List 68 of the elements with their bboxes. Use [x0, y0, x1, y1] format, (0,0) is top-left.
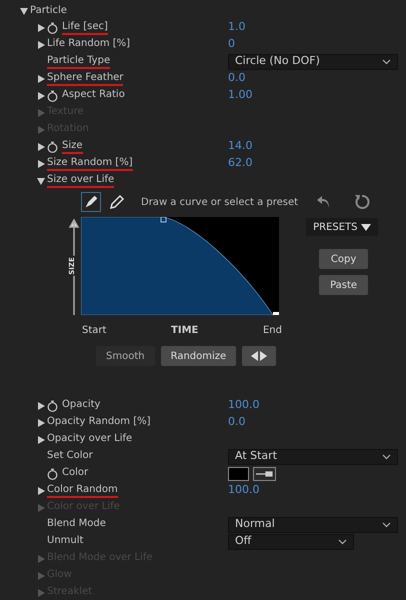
property-label: Size over Life — [47, 174, 114, 188]
property-label: Life [sec] — [62, 20, 108, 34]
chevron-down-icon — [382, 454, 391, 460]
property-label: Size — [62, 140, 83, 154]
pencil-icon[interactable] — [107, 192, 127, 212]
property-label: Opacity Random [%] — [47, 416, 151, 428]
chevron-down-icon — [338, 538, 347, 544]
chevron-down-icon — [382, 522, 391, 528]
value-text[interactable]: 0 — [228, 36, 235, 53]
axis-label: End — [262, 324, 282, 338]
stopwatch-icon[interactable] — [47, 22, 58, 34]
curve-button[interactable]: Randomize — [160, 346, 236, 366]
reset-icon[interactable] — [354, 194, 370, 210]
value-text[interactable]: 100.0 — [228, 482, 260, 499]
flip-arrows-icon — [250, 351, 268, 361]
property-label: Size Random [%] — [47, 156, 133, 170]
value-text[interactable]: 1.0 — [228, 19, 246, 36]
curve-button[interactable]: Smooth — [96, 346, 155, 366]
expand-arrow-icon[interactable] — [37, 402, 45, 410]
property-label: Life Random [%] — [47, 38, 130, 50]
dropdown[interactable]: At Start — [228, 448, 398, 464]
property-label: Color Random — [47, 484, 118, 498]
dropdown[interactable]: Off — [228, 534, 354, 550]
stopwatch-icon[interactable] — [47, 400, 58, 412]
axis-label: TIME — [171, 324, 198, 338]
value-text[interactable]: 100.0 — [228, 397, 260, 414]
flip-button[interactable] — [242, 346, 276, 366]
stopwatch-icon[interactable] — [47, 90, 58, 102]
collapse-arrow-icon[interactable] — [20, 6, 28, 14]
expand-arrow-icon[interactable] — [37, 486, 45, 494]
stopwatch-icon[interactable] — [47, 140, 58, 152]
copy-button[interactable]: Copy — [319, 249, 368, 269]
property-label: Color — [62, 466, 88, 480]
eyedropper-icon[interactable] — [253, 466, 276, 480]
collapse-arrow-icon[interactable] — [37, 176, 45, 184]
paste-button[interactable]: Paste — [319, 275, 368, 295]
value-text[interactable]: 0.0 — [228, 70, 246, 87]
property-label: Unmult — [47, 534, 84, 548]
expand-arrow-icon[interactable] — [37, 142, 45, 150]
axis-label: Start — [82, 324, 106, 338]
value-text[interactable]: 62.0 — [228, 155, 252, 172]
pen-tool-icon[interactable] — [81, 192, 101, 212]
value-text[interactable]: 1.00 — [228, 87, 252, 104]
property-label: Aspect Ratio — [62, 88, 125, 102]
dropdown[interactable]: Normal — [228, 516, 398, 532]
hint-text: Draw a curve or select a preset — [141, 196, 298, 210]
stopwatch-icon[interactable] — [47, 468, 58, 480]
chevron-down-icon — [382, 58, 391, 64]
expand-arrow-icon[interactable] — [37, 160, 45, 168]
expand-arrow-icon[interactable] — [37, 418, 45, 426]
presets-dropdown[interactable]: PRESETS — [306, 218, 378, 236]
expand-arrow-icon[interactable] — [37, 40, 45, 48]
expand-arrow-icon[interactable] — [37, 92, 45, 100]
expand-arrow-icon[interactable] — [37, 74, 45, 82]
dropdown[interactable]: Circle (No DOF) — [228, 54, 398, 70]
expand-arrow-icon[interactable] — [37, 24, 45, 32]
property-label: Opacity — [62, 398, 100, 412]
color-swatch[interactable] — [228, 466, 249, 480]
property-label: Opacity over Life — [47, 432, 132, 446]
property-label: Set Color — [47, 450, 93, 462]
property-label: Blend Mode — [47, 518, 106, 530]
value-text[interactable]: 14.0 — [228, 138, 252, 155]
group-label: Particle — [30, 4, 67, 18]
caret-icon — [361, 224, 372, 230]
property-label: Sphere Feather — [47, 72, 124, 86]
property-label: Particle Type — [47, 54, 110, 68]
value-text[interactable]: 0.0 — [228, 414, 246, 431]
expand-arrow-icon[interactable] — [37, 436, 45, 444]
